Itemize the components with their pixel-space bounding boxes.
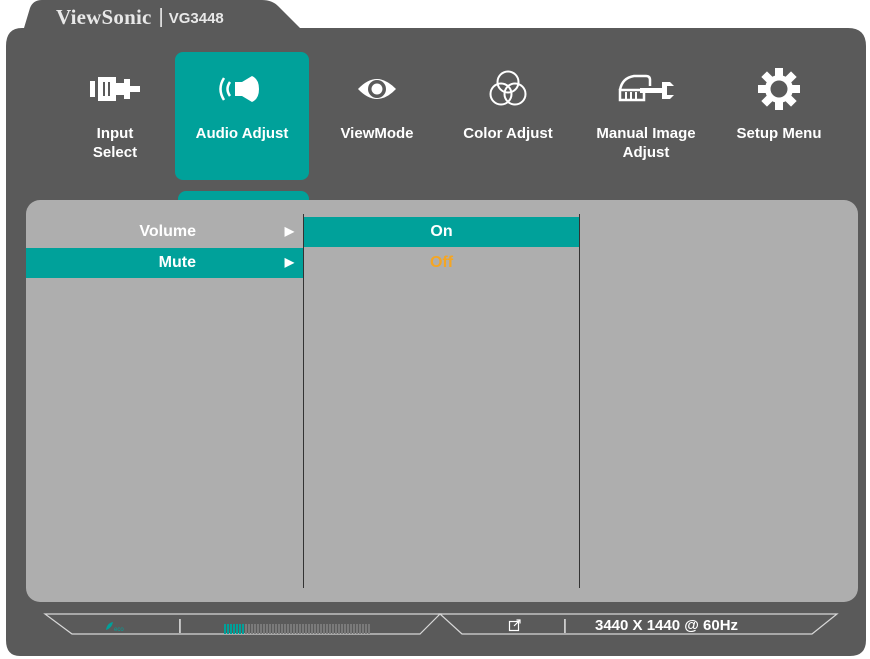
- level-segment-empty: [314, 624, 316, 634]
- brand-name: ViewSonic: [56, 4, 152, 29]
- level-segment-empty: [302, 624, 304, 634]
- level-segment-empty: [335, 624, 337, 634]
- level-segment-empty: [266, 624, 268, 634]
- level-segment-empty: [332, 624, 334, 634]
- level-segment-empty: [350, 624, 352, 634]
- menu-item-input-select[interactable]: Input Select: [48, 52, 182, 180]
- level-segment-empty: [338, 624, 340, 634]
- brand-logo: ViewSonic | VG3448: [56, 4, 224, 30]
- submenu-item-volume[interactable]: Volume ▶: [26, 217, 304, 247]
- level-segment-filled: [236, 624, 238, 634]
- level-segment-empty: [254, 624, 256, 634]
- menu-label-audio-adjust: Audio Adjust: [195, 125, 289, 142]
- level-segment-empty: [296, 624, 298, 634]
- level-segment-empty: [326, 624, 328, 634]
- column-divider: [579, 214, 580, 588]
- level-segment-empty: [359, 624, 361, 634]
- menu-label-color-adjust: Color Adjust: [463, 125, 553, 142]
- menu-item-manual-image-adjust[interactable]: Manual Image Adjust: [579, 52, 713, 180]
- level-segment-empty: [347, 624, 349, 634]
- input-plug-icon: [48, 65, 182, 113]
- level-segment-empty: [365, 624, 367, 634]
- menu-item-viewmode[interactable]: ViewMode: [310, 52, 444, 180]
- external-link-icon: [508, 618, 522, 637]
- status-separator: |: [563, 617, 567, 634]
- eco-label: eco: [114, 627, 124, 633]
- level-segment-empty: [293, 624, 295, 634]
- level-segment-empty: [308, 624, 310, 634]
- arrow-right-icon: ▶: [284, 224, 294, 238]
- level-segment-empty: [317, 624, 319, 634]
- level-segment-empty: [290, 624, 292, 634]
- level-segment-empty: [272, 624, 274, 634]
- level-segment-empty: [329, 624, 331, 634]
- level-segment-empty: [341, 624, 343, 634]
- level-segment-empty: [284, 624, 286, 634]
- resolution-readout: 3440 X 1440 @ 60Hz: [595, 617, 739, 634]
- level-segment-empty: [251, 624, 253, 634]
- option-off[interactable]: Off: [304, 248, 579, 278]
- menu-item-setup-menu[interactable]: Setup Menu: [712, 52, 846, 180]
- option-on[interactable]: On: [304, 217, 579, 247]
- level-segment-filled: [233, 624, 235, 634]
- menu-label-manual-image-adjust: Manual Image Adjust: [596, 125, 696, 161]
- level-segment-empty: [269, 624, 271, 634]
- menu-label-viewmode: ViewMode: [340, 125, 414, 142]
- gear-icon: [712, 65, 846, 113]
- level-segment-filled: [224, 624, 226, 634]
- level-segment-empty: [353, 624, 355, 634]
- level-segment-empty: [278, 624, 280, 634]
- level-segment-empty: [275, 624, 277, 634]
- osd-window: ViewSonic | VG3448 Input Select Audio Ad…: [0, 0, 870, 659]
- eye-icon: [310, 65, 444, 113]
- level-segment-empty: [320, 624, 322, 634]
- level-segment-empty: [311, 624, 313, 634]
- level-segment-empty: [245, 624, 247, 634]
- submenu-label: Mute: [158, 254, 196, 271]
- level-segment-empty: [368, 624, 370, 634]
- level-segment-empty: [248, 624, 250, 634]
- level-segment-empty: [344, 624, 346, 634]
- menu-item-color-adjust[interactable]: Color Adjust: [441, 52, 575, 180]
- eco-leaf-icon: eco: [104, 620, 128, 638]
- menu-label-input-select: Input Select: [92, 125, 138, 161]
- level-segment-empty: [299, 624, 301, 634]
- level-segment-empty: [287, 624, 289, 634]
- status-separator: |: [178, 617, 182, 634]
- eco-level-bar: [224, 621, 372, 639]
- level-segment-filled: [227, 624, 229, 634]
- submenu-label: Volume: [139, 223, 196, 240]
- model-name: VG3448: [168, 9, 224, 27]
- level-segment-empty: [323, 624, 325, 634]
- brand-separator: |: [158, 5, 164, 28]
- level-segment-filled: [242, 624, 244, 634]
- submenu-panel: Volume ▶ Mute ▶ On Off: [26, 200, 858, 602]
- level-segment-empty: [263, 624, 265, 634]
- level-segment-empty: [305, 624, 307, 634]
- menu-label-setup-menu: Setup Menu: [736, 125, 822, 142]
- level-segment-filled: [230, 624, 232, 634]
- arrow-right-icon: ▶: [284, 255, 294, 269]
- speaker-icon: [175, 65, 309, 113]
- status-bar-frame: [43, 613, 839, 635]
- hand-wrench-icon: [579, 65, 713, 113]
- level-segment-empty: [356, 624, 358, 634]
- submenu-item-mute[interactable]: Mute ▶: [26, 248, 304, 278]
- level-segment-filled: [239, 624, 241, 634]
- level-segment-empty: [281, 624, 283, 634]
- level-segment-empty: [260, 624, 262, 634]
- level-segment-empty: [257, 624, 259, 634]
- color-circles-icon: [441, 65, 575, 113]
- menu-item-audio-adjust[interactable]: Audio Adjust: [175, 52, 309, 180]
- level-segment-empty: [362, 624, 364, 634]
